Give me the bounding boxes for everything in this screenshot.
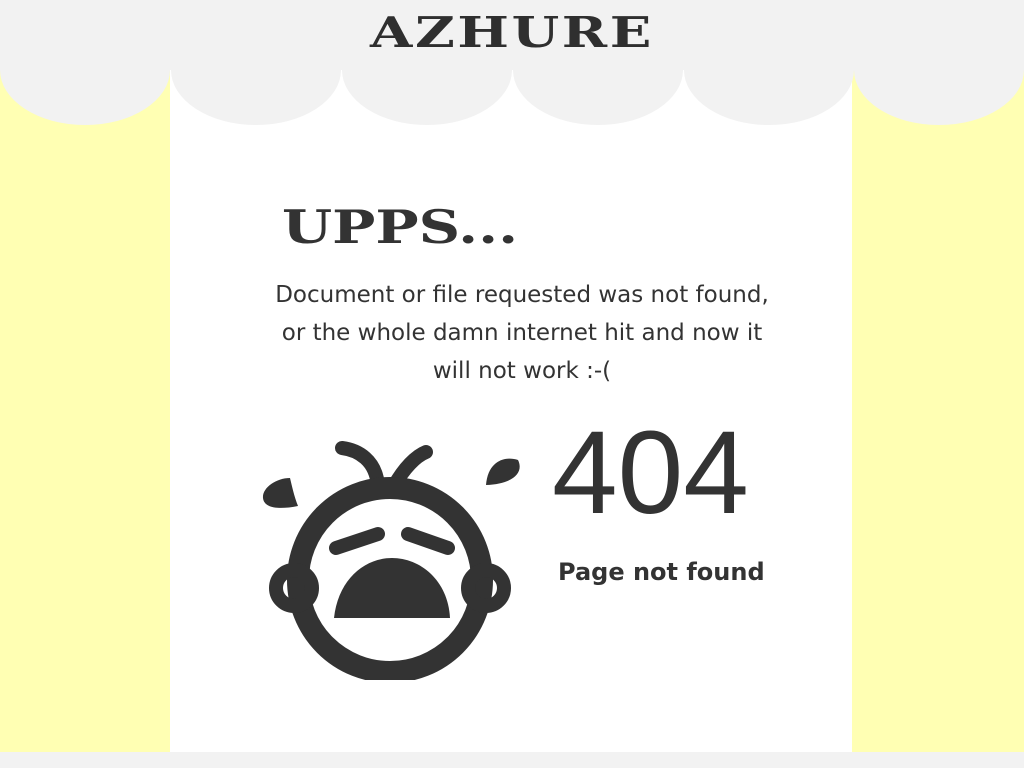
brand-logo-link[interactable]: AZHURE	[0, 8, 1024, 57]
crying-baby-icon	[262, 441, 520, 680]
error-code: 404	[552, 407, 749, 539]
footer-strip	[0, 752, 1024, 768]
error-subtitle: Page not found	[558, 558, 765, 586]
error-heading: UPPS...	[282, 200, 519, 254]
error-message: Document or file requested was not found…	[275, 282, 769, 384]
